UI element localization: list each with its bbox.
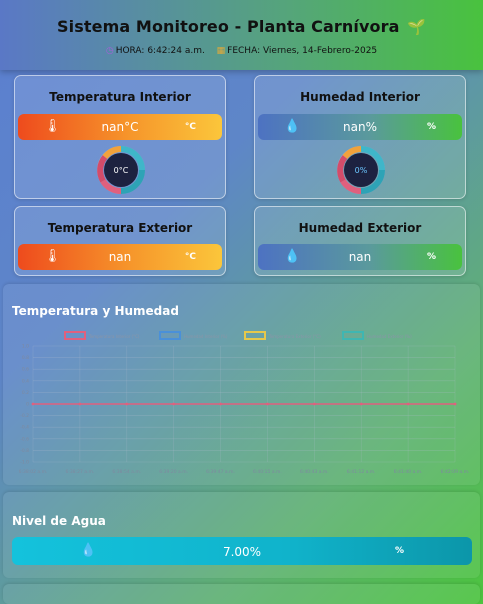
date-label: FECHA: Viernes, 14-Febrero-2025 [227,46,378,56]
x-tick-label: 6:38:54 a.m. [112,469,141,475]
series-point [312,402,316,406]
y-tick-label: -0.8 [20,448,29,454]
temp-interior-gauge-label: 0°C [114,166,129,175]
card-hum-exterior: Humedad Exterior 💧 nan % [254,206,466,276]
legend-label: Temperatura Exterior (°C) [268,334,321,339]
legend-swatch [342,331,364,340]
x-tick-label: 6:39:47 a.m. [206,469,235,475]
y-tick-label: 0 [26,402,29,408]
series-point [453,402,457,406]
y-tick-label: -0.6 [20,436,29,442]
card-title: Humedad Exterior [298,221,422,235]
card-temp-exterior: Temperatura Exterior 🌡 nan °C [14,206,226,276]
hum-interior-gauge: 0% [335,144,387,196]
seedling-icon: 🌱 [407,18,426,36]
water-section-title: Nivel de Agua [12,514,106,528]
hum-exterior-readout: 💧 nan % [258,244,462,270]
y-tick-label: 0.6 [22,367,29,373]
series-point [172,402,176,406]
temp-interior-readout: 🌡 nan°C °C [18,114,222,140]
series-point [406,402,410,406]
y-tick-label: 0.4 [22,378,29,384]
hum-exterior-unit: % [426,252,436,262]
legend-label: Humedad Interior (%) [184,334,228,339]
series-point [219,402,222,406]
x-tick-label: 6:40:15 a.m. [253,469,282,475]
x-tick-label: 6:38:27 a.m. [65,469,94,475]
datetime-row: ◷ HORA: 6:42:24 a.m. ▦ FECHA: Viernes, 14-… [0,46,483,56]
hum-interior-readout: 💧 nan% % [258,114,462,140]
series-point [78,402,82,406]
temp-interior-gauge: 0°C [95,144,147,196]
calendar-icon: ▦ [216,46,226,56]
legend-swatch [64,331,86,340]
x-tick-label: 6:39:20 a.m. [159,469,188,475]
y-tick-label: -1.0 [20,460,29,466]
y-tick-label: 0.8 [22,355,29,361]
legend-label: Humedad Exterior (%) [367,334,412,339]
y-tick-label: 1.0 [22,344,29,350]
time-label: HORA: 6:42:24 a.m. [115,46,205,56]
chart-section: Temperatura y Humedad Temperatura Interi… [3,284,480,485]
x-tick-label: 6:41:12 a.m. [347,469,376,475]
temp-hum-chart: Temperatura Interior (°C) Humedad Interio… [19,331,470,475]
page-title-row: Sistema Monitoreo - Planta Carnívora 🌱 [0,17,483,36]
series-point [266,402,269,406]
series-point [359,402,363,406]
y-tick-label: -0.4 [20,425,29,431]
x-tick-label: 6:41:40 a.m. [394,469,423,475]
series-point [31,402,35,406]
x-tick-label: 6:38:02 a.m. [19,469,48,475]
legend-label: Temperatura Interior (°C) [88,334,140,339]
temp-interior-unit: °C [184,122,196,132]
y-tick-label: 0.2 [22,390,29,396]
next-section [3,584,480,604]
page-header: Sistema Monitoreo - Planta Carnívora 🌱 ◷… [0,0,483,70]
series-point [125,402,129,406]
water-level-unit: % [394,546,404,556]
hum-interior-unit: % [426,122,436,132]
legend-swatch [159,331,181,340]
clock-icon: ◷ [105,46,114,56]
y-tick-label: -0.2 [20,413,29,419]
card-hum-interior: Humedad Interior 💧 nan% % 0% [254,75,466,199]
card-title: Temperatura Exterior [47,221,193,235]
temp-exterior-readout: 🌡 nan °C [18,244,222,270]
x-tick-label: 6:40:43 a.m. [300,469,329,475]
temp-exterior-unit: °C [184,252,196,262]
water-level-bar: 💧 7.00% % [12,537,472,565]
card-temp-interior: Temperatura Interior 🌡 nan°C °C 0°C [14,75,226,199]
page-title: Sistema Monitoreo - Planta Carnívora [57,17,400,36]
hum-interior-gauge-label: 0% [355,166,368,175]
x-tick-label: 6:42:09 a.m. [441,469,470,475]
card-title: Temperatura Interior [49,90,191,104]
water-section: Nivel de Agua 💧 7.00% % [3,492,480,578]
legend-swatch [244,331,266,340]
card-title: Humedad Interior [300,90,420,104]
